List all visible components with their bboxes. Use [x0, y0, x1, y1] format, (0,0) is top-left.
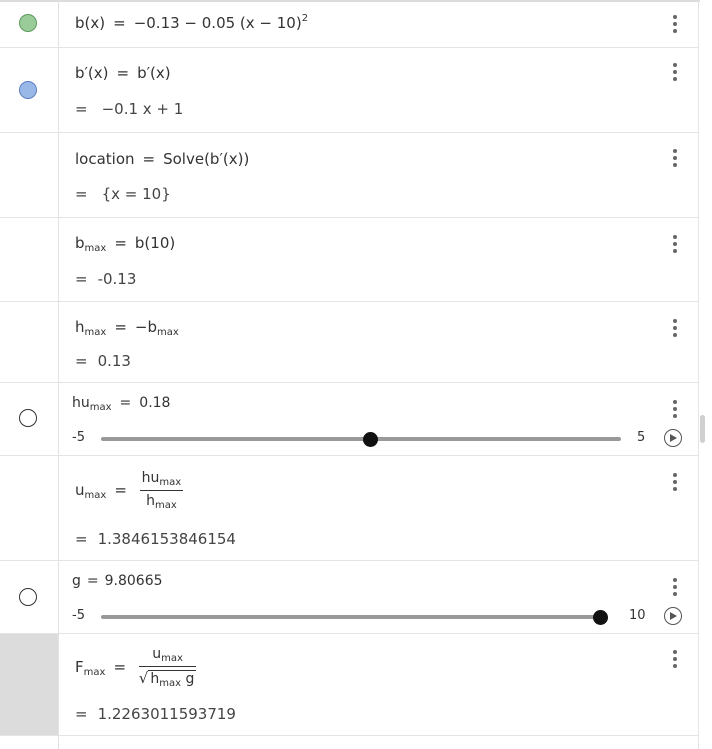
more-menu-icon[interactable]	[673, 63, 677, 84]
row-selection-marker	[0, 634, 58, 735]
output-Fmax: = 1.2263011593719	[75, 705, 236, 723]
algebra-row-bprime[interactable]: b′(x) = b′(x) = −0.1 x + 1	[0, 48, 699, 133]
slider-max-label: 10	[629, 608, 646, 623]
visibility-toggle-b[interactable]	[19, 14, 37, 32]
more-menu-icon[interactable]	[673, 149, 677, 170]
definition-umax[interactable]: umax = humax hmax	[75, 470, 184, 511]
fraction-Fmax: umax √ hmax g	[138, 646, 197, 689]
definition-Fmax[interactable]: Fmax = umax √ hmax g	[75, 646, 197, 689]
more-menu-icon[interactable]	[673, 15, 677, 36]
visibility-toggle-bprime[interactable]	[19, 81, 37, 99]
definition-g[interactable]: g = 9.80665	[72, 573, 163, 589]
slider-track-humax[interactable]	[101, 437, 621, 441]
algebra-row-b[interactable]: b(x) = −0.13 − 0.05 (x − 10)2	[0, 0, 699, 48]
more-menu-icon[interactable]	[673, 650, 677, 671]
algebra-row-humax[interactable]: humax = 0.18 -5 5	[0, 383, 699, 456]
more-menu-icon[interactable]	[673, 400, 677, 421]
more-menu-icon[interactable]	[673, 578, 677, 599]
algebra-row-umax[interactable]: umax = humax hmax = 1.3846153846154	[0, 456, 699, 561]
output-bmax: = -0.13	[75, 270, 137, 288]
scrollbar[interactable]	[700, 415, 705, 443]
more-menu-icon[interactable]	[673, 235, 677, 256]
definition-humax[interactable]: humax = 0.18	[72, 395, 170, 413]
definition-bmax[interactable]: bmax = b(10)	[75, 234, 175, 254]
definition-hmax[interactable]: hmax = −bmax	[75, 318, 179, 338]
definition-bprime[interactable]: b′(x) = b′(x)	[75, 64, 171, 82]
slider-max-label: 5	[637, 430, 646, 445]
algebra-row-Fmax[interactable]: Fmax = umax √ hmax g = 1.2263011593719	[0, 634, 699, 736]
visibility-toggle-humax[interactable]	[19, 409, 37, 427]
slider-knob-g[interactable]	[592, 610, 608, 625]
play-animation-icon[interactable]	[664, 607, 682, 625]
visibility-toggle-g[interactable]	[19, 588, 37, 606]
algebra-row-location[interactable]: location = Solve(b′(x)) = {x = 10}	[0, 133, 699, 218]
more-menu-icon[interactable]	[673, 319, 677, 340]
slider-min-label: -5	[72, 430, 85, 445]
output-umax: = 1.3846153846154	[75, 530, 236, 548]
algebra-row-g[interactable]: g = 9.80665 -5 10	[0, 561, 699, 634]
algebra-row-bmax[interactable]: bmax = b(10) = -0.13	[0, 218, 699, 302]
slider-min-label: -5	[72, 608, 85, 623]
more-menu-icon[interactable]	[673, 473, 677, 494]
output-location: = {x = 10}	[75, 185, 171, 203]
slider-track-g[interactable]	[101, 615, 607, 619]
play-animation-icon[interactable]	[664, 429, 682, 447]
slider-knob-humax[interactable]	[362, 432, 378, 447]
fraction-umax: humax hmax	[139, 470, 184, 511]
output-hmax: = 0.13	[75, 352, 131, 370]
definition-location[interactable]: location = Solve(b′(x))	[75, 150, 249, 168]
algebra-row-hmax[interactable]: hmax = −bmax = 0.13	[0, 302, 699, 383]
definition-b[interactable]: b(x) = −0.13 − 0.05 (x − 10)2	[75, 13, 308, 32]
output-bprime: = −0.1 x + 1	[75, 100, 184, 118]
